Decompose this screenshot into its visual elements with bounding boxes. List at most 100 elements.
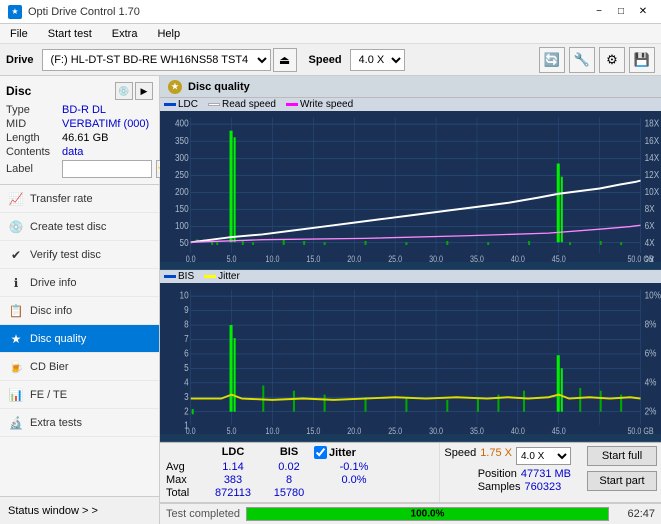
svg-text:350: 350	[175, 134, 189, 146]
cd-bier-label: CD Bier	[30, 361, 69, 373]
write-speed-legend-color	[286, 103, 298, 106]
fe-te-icon: 📊	[8, 387, 24, 403]
maximize-button[interactable]: □	[611, 4, 631, 20]
disc-icons: 💿 ▶	[115, 82, 153, 100]
sidebar-item-fe-te[interactable]: 📊 FE / TE	[0, 381, 159, 409]
avg-label: Avg	[166, 461, 202, 473]
disc-icon-1[interactable]: 💿	[115, 82, 133, 100]
sidebar-item-transfer-rate[interactable]: 📈 Transfer rate	[0, 185, 159, 213]
max-jitter: 0.0%	[314, 474, 394, 486]
disc-quality-icon: ★	[8, 331, 24, 347]
legend-top: LDC Read speed Write speed	[160, 98, 661, 111]
disc-label-input[interactable]	[62, 160, 152, 178]
speed-select[interactable]: 4.0 X 1.0 X 2.0 X 8.0 X	[350, 49, 405, 71]
svg-text:0.0: 0.0	[186, 254, 196, 262]
settings1-button[interactable]: 🔧	[569, 47, 595, 73]
speed-dropdown[interactable]: 4.0 X 1.0 X 2.0 X	[516, 447, 571, 465]
menu-start-test[interactable]: Start test	[42, 26, 98, 42]
disc-quality-header-icon: ★	[168, 80, 182, 94]
svg-text:200: 200	[175, 185, 189, 197]
minimize-button[interactable]: −	[589, 4, 609, 20]
speed-label: Speed	[309, 54, 342, 66]
eject-button[interactable]: ⏏	[273, 48, 297, 72]
app-icon: ★	[8, 5, 22, 19]
drive-label: Drive	[6, 54, 34, 66]
disc-contents-value: data	[62, 146, 83, 158]
svg-text:20.0: 20.0	[347, 426, 361, 434]
sidebar-item-verify-test-disc[interactable]: ✔ Verify test disc	[0, 241, 159, 269]
menu-file[interactable]: File	[4, 26, 34, 42]
svg-text:14X: 14X	[645, 151, 660, 163]
max-bis: 8	[264, 474, 314, 486]
disc-icon-2[interactable]: ▶	[135, 82, 153, 100]
position-key: Position	[478, 468, 517, 480]
disc-info-icon: 📋	[8, 303, 24, 319]
svg-text:45.0: 45.0	[552, 426, 566, 434]
disc-info-label: Disc info	[30, 305, 72, 317]
avg-ldc: 1.14	[202, 461, 264, 473]
svg-text:7: 7	[184, 332, 189, 344]
sidebar: Disc 💿 ▶ Type BD-R DL MID VERBATIMf (000…	[0, 76, 160, 524]
sidebar-item-extra-tests[interactable]: 🔬 Extra tests	[0, 409, 159, 437]
menubar: File Start test Extra Help	[0, 24, 661, 44]
app-title: Opti Drive Control 1.70	[28, 6, 140, 18]
close-button[interactable]: ✕	[633, 4, 653, 20]
svg-text:30.0: 30.0	[429, 426, 443, 434]
bis-legend-color	[164, 275, 176, 278]
start-part-button[interactable]: Start part	[587, 471, 657, 491]
stats-table: LDC BIS Jitter Avg 1.14 0.02 -0.1%	[160, 443, 439, 502]
extra-tests-icon: 🔬	[8, 415, 24, 431]
start-full-button[interactable]: Start full	[587, 446, 657, 466]
svg-text:10%: 10%	[645, 289, 661, 301]
extra-tests-label: Extra tests	[30, 417, 82, 429]
disc-type-value: BD-R DL	[62, 104, 106, 116]
max-ldc: 383	[202, 474, 264, 486]
svg-text:5.0: 5.0	[227, 254, 237, 262]
menu-help[interactable]: Help	[151, 26, 186, 42]
sidebar-item-disc-quality[interactable]: ★ Disc quality	[0, 325, 159, 353]
svg-text:40.0: 40.0	[511, 426, 525, 434]
svg-text:50.0 GB: 50.0 GB	[627, 426, 654, 434]
svg-text:50.0 GB: 50.0 GB	[627, 254, 654, 262]
write-speed-legend: Write speed	[286, 99, 353, 110]
ldc-legend-color	[164, 103, 176, 106]
svg-text:300: 300	[175, 151, 189, 163]
save-button[interactable]: 💾	[629, 47, 655, 73]
status-window-button[interactable]: Status window > >	[0, 496, 159, 524]
bis-legend-label: BIS	[178, 271, 194, 282]
svg-text:4: 4	[184, 375, 189, 387]
svg-text:6%: 6%	[645, 346, 657, 358]
svg-text:10.0: 10.0	[266, 254, 280, 262]
drive-select[interactable]: (F:) HL-DT-ST BD-RE WH16NS58 TST4	[42, 49, 271, 71]
jitter-legend-color	[204, 275, 216, 278]
svg-text:8X: 8X	[645, 202, 656, 214]
disc-mid-label: MID	[6, 118, 58, 130]
samples-value: 760323	[525, 481, 562, 493]
sidebar-item-cd-bier[interactable]: 🍺 CD Bier	[0, 353, 159, 381]
svg-text:50: 50	[180, 236, 189, 248]
titlebar-left: ★ Opti Drive Control 1.70	[8, 5, 140, 19]
settings2-button[interactable]: ⚙	[599, 47, 625, 73]
jitter-header: Jitter	[314, 446, 394, 459]
position-samples: Position 47731 MB Samples 760323	[478, 468, 571, 493]
avg-jitter: -0.1%	[314, 461, 394, 473]
sidebar-item-create-test-disc[interactable]: 💿 Create test disc	[0, 213, 159, 241]
cd-bier-icon: 🍺	[8, 359, 24, 375]
menu-extra[interactable]: Extra	[106, 26, 144, 42]
sidebar-item-disc-info[interactable]: 📋 Disc info	[0, 297, 159, 325]
jitter-checkbox[interactable]	[314, 446, 327, 459]
chart-bottom-container: BIS Jitter	[160, 270, 661, 442]
disc-contents-row: Contents data	[6, 146, 153, 158]
disc-length-label: Length	[6, 132, 58, 144]
svg-text:150: 150	[175, 202, 189, 214]
refresh-button[interactable]: 🔄	[539, 47, 565, 73]
status-window-label: Status window > >	[8, 505, 98, 517]
samples-row: Samples 760323	[478, 481, 571, 493]
svg-text:25.0: 25.0	[388, 254, 402, 262]
svg-text:18X: 18X	[645, 117, 660, 129]
total-row: Total 872113 15780	[166, 487, 433, 499]
max-row: Max 383 8 0.0%	[166, 474, 433, 486]
sidebar-item-drive-info[interactable]: ℹ Drive info	[0, 269, 159, 297]
total-label: Total	[166, 487, 202, 499]
speed-row: Speed 1.75 X 4.0 X 1.0 X 2.0 X	[444, 447, 571, 465]
